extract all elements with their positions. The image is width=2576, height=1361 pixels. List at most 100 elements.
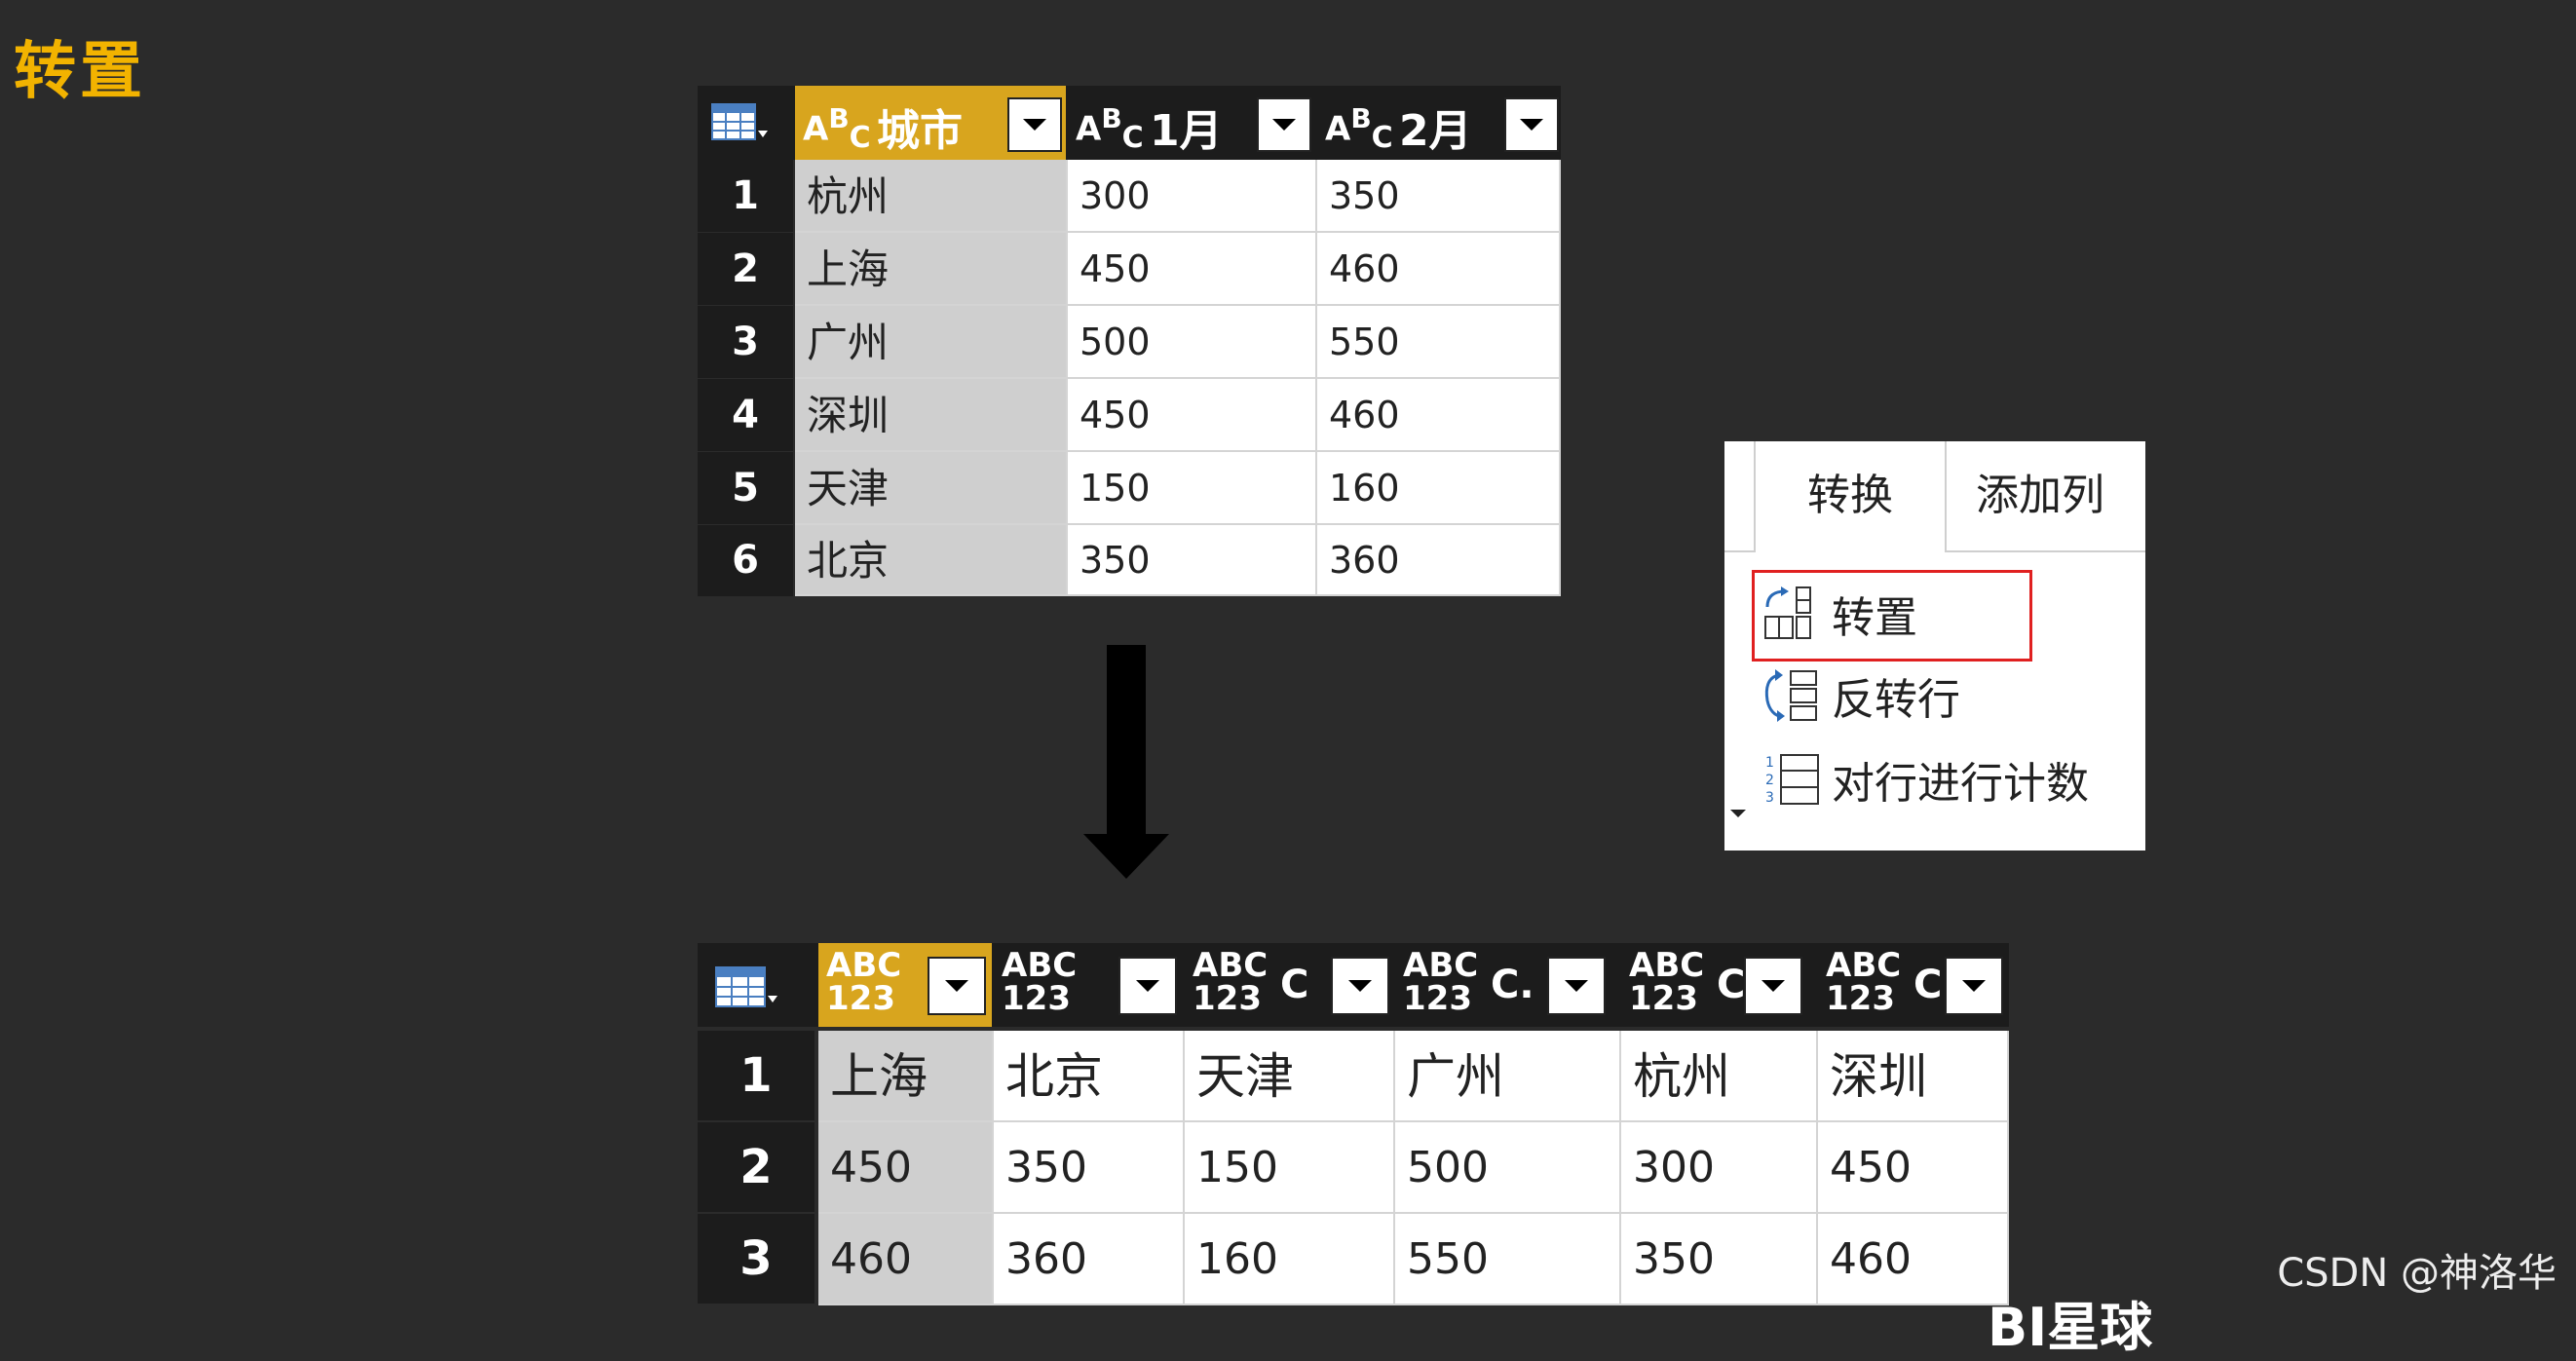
column-header-5[interactable]: ABC 123 C (1621, 943, 1816, 1027)
table-cell[interactable]: 300 (1621, 1122, 1818, 1214)
table-cell[interactable]: 450 (1818, 1122, 2009, 1214)
svg-text:3: 3 (1765, 790, 1774, 806)
filter-dropdown-button[interactable] (1007, 97, 1062, 152)
table-cell[interactable]: 450 (1068, 379, 1317, 452)
row-number[interactable]: 2 (698, 233, 793, 305)
column-header-1[interactable]: ABC 123 (818, 943, 992, 1027)
table-cell[interactable]: 460 (1818, 1214, 2009, 1305)
any-type-icon: ABC 123 (1826, 946, 1902, 1018)
tab-transform[interactable]: 转换 (1754, 441, 1947, 552)
column-name: C (1913, 963, 1943, 1007)
table-cell[interactable]: 广州 (795, 306, 1068, 379)
count-rows-label: 对行进行计数 (1832, 759, 2089, 809)
table-cell[interactable]: 160 (1185, 1214, 1395, 1305)
column-header-city[interactable]: ABC 城市 (795, 86, 1066, 160)
table-cell[interactable]: 广州 (1395, 1031, 1621, 1122)
table-cell[interactable]: 350 (1317, 160, 1561, 233)
table-cell[interactable]: 450 (818, 1122, 994, 1214)
row-number[interactable]: 2 (698, 1122, 814, 1212)
table-cell[interactable]: 150 (1185, 1122, 1395, 1214)
row-number[interactable]: 1 (698, 160, 793, 232)
text-type-icon: ABC (803, 102, 871, 156)
table-menu-icon[interactable] (715, 966, 777, 1009)
source-header-row: ABC 城市 ABC 1月 ABC 2月 (698, 86, 1561, 160)
row-number[interactable]: 3 (698, 306, 793, 378)
result-header-row: ABC 123 ABC 123 ABC 123 C ABC 123 C. ABC 123 … (698, 943, 2009, 1027)
transpose-icon (1762, 586, 1826, 642)
filter-dropdown-button[interactable] (1257, 97, 1311, 152)
table-menu-icon[interactable] (711, 103, 768, 142)
result-body: 1 上海 北京 天津 广州 杭州 深圳 2 450 350 150 500 30… (698, 1031, 2009, 1313)
any-type-icon: ABC 123 (826, 946, 902, 1018)
table-cell[interactable]: 460 (1317, 379, 1561, 452)
table-cell[interactable]: 北京 (994, 1031, 1185, 1122)
table-cell[interactable]: 上海 (795, 233, 1068, 306)
table-cell[interactable]: 天津 (1185, 1031, 1395, 1122)
column-name: C. (1491, 963, 1534, 1007)
table-cell[interactable]: 500 (1068, 306, 1317, 379)
table-cell[interactable]: 360 (1317, 525, 1561, 596)
column-header-jan[interactable]: ABC 1月 (1068, 86, 1315, 160)
column-name: 城市 (877, 106, 963, 156)
transpose-button[interactable]: 转置 (1762, 580, 2122, 648)
column-header-6[interactable]: ABC 123 C (1818, 943, 2009, 1027)
column-header-2[interactable]: ABC 123 (994, 943, 1183, 1027)
source-body: 1 杭州 300 350 2 上海 450 460 3 广州 500 550 4… (698, 160, 1561, 596)
filter-dropdown-button[interactable] (1118, 957, 1177, 1015)
svg-text:1: 1 (1765, 755, 1774, 771)
table-cell[interactable]: 上海 (818, 1031, 994, 1122)
filter-dropdown-button[interactable] (1504, 97, 1559, 152)
reverse-rows-button[interactable]: 反转行 (1762, 662, 2122, 730)
reverse-rows-label: 反转行 (1832, 675, 1960, 725)
table-cell[interactable]: 深圳 (795, 379, 1068, 452)
count-rows-icon: 1 2 3 (1762, 751, 1826, 808)
svg-text:2: 2 (1765, 773, 1774, 788)
table-cell[interactable]: 深圳 (1818, 1031, 2009, 1122)
row-number[interactable]: 5 (698, 452, 793, 524)
row-number[interactable]: 1 (698, 1031, 814, 1120)
chevron-down-icon[interactable] (1730, 810, 1746, 817)
table-cell[interactable]: 160 (1317, 452, 1561, 525)
filter-dropdown-button[interactable] (1945, 957, 2003, 1015)
table-cell[interactable]: 350 (1068, 525, 1317, 596)
filter-dropdown-button[interactable] (1744, 957, 1802, 1015)
table-cell[interactable]: 550 (1317, 306, 1561, 379)
row-number[interactable]: 6 (698, 525, 793, 596)
source-table: ABC 城市 ABC 1月 ABC 2月 1 杭州 300 350 2 上海 4… (698, 86, 1561, 596)
text-type-icon: ABC (1076, 102, 1144, 156)
text-type-icon: ABC (1325, 102, 1393, 156)
table-cell[interactable]: 450 (1068, 233, 1317, 306)
tab-add-column[interactable]: 添加列 (1964, 441, 2145, 550)
table-cell[interactable]: 北京 (795, 525, 1068, 596)
table-cell[interactable]: 460 (818, 1214, 994, 1305)
row-number[interactable]: 3 (698, 1214, 814, 1304)
table-cell[interactable]: 350 (994, 1122, 1185, 1214)
table-cell[interactable]: 300 (1068, 160, 1317, 233)
table-cell[interactable]: 150 (1068, 452, 1317, 525)
table-cell[interactable]: 350 (1621, 1214, 1818, 1305)
column-header-feb[interactable]: ABC 2月 (1317, 86, 1561, 160)
table-cell[interactable]: 天津 (795, 452, 1068, 525)
table-cell[interactable]: 550 (1395, 1214, 1621, 1305)
table-cell[interactable]: 360 (994, 1214, 1185, 1305)
table-cell[interactable]: 460 (1317, 233, 1561, 306)
table-cell[interactable]: 杭州 (795, 160, 1068, 233)
ribbon-panel: 转换 添加列 转置 反转行 1 2 3 对行进行计数 (1724, 441, 2145, 851)
transpose-label: 转置 (1832, 593, 1917, 643)
any-type-icon: ABC 123 (1403, 946, 1479, 1018)
csdn-watermark: CSDN @神洛华 (2277, 1251, 2557, 1296)
row-number[interactable]: 4 (698, 379, 793, 451)
filter-dropdown-button[interactable] (928, 957, 986, 1015)
column-header-3[interactable]: ABC 123 C (1185, 943, 1393, 1027)
table-cell[interactable]: 杭州 (1621, 1031, 1818, 1122)
result-table: ABC 123 ABC 123 ABC 123 C ABC 123 C. ABC 123 … (698, 943, 2009, 1317)
column-header-4[interactable]: ABC 123 C. (1395, 943, 1619, 1027)
table-cell[interactable]: 500 (1395, 1122, 1621, 1214)
any-type-icon: ABC 123 (1002, 946, 1078, 1018)
filter-dropdown-button[interactable] (1331, 957, 1389, 1015)
count-rows-button[interactable]: 1 2 3 对行进行计数 (1762, 745, 2122, 813)
column-name: 1月 (1150, 106, 1223, 156)
column-name: C (1280, 963, 1309, 1007)
filter-dropdown-button[interactable] (1547, 957, 1606, 1015)
any-type-icon: ABC 123 (1629, 946, 1705, 1018)
